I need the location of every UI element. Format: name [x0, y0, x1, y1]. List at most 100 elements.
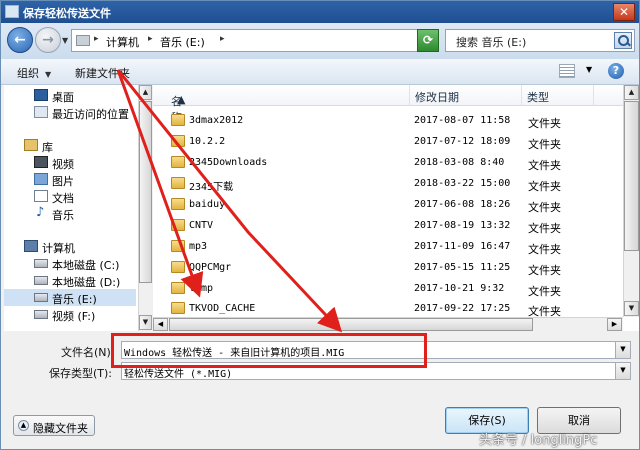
sidebar-item-drive-f[interactable]: 视频 (F:) — [4, 306, 136, 323]
file-name: TKVOD_CACHE — [189, 303, 256, 314]
sidebar-item-videos[interactable]: 视频 — [4, 154, 136, 171]
folder-icon — [171, 198, 185, 210]
file-type: 文件夹 — [528, 201, 561, 214]
help-icon[interactable]: ? — [608, 63, 624, 79]
scroll-down-icon[interactable]: ▼ — [139, 315, 152, 330]
folder-icon — [171, 219, 185, 231]
drive-icon — [76, 35, 90, 46]
file-row[interactable]: TKVOD_CACHE 2017-09-22 17:25 文件夹 — [153, 299, 623, 319]
file-name: 3dmax2012 — [189, 115, 244, 126]
breadcrumb-chevron-icon[interactable]: ▸ — [220, 34, 225, 44]
filetype-dropdown-icon[interactable]: ▼ — [615, 363, 630, 379]
dialog-title: 保存轻松传送文件 — [23, 7, 111, 20]
breadcrumb-chevron-icon[interactable]: ▸ — [148, 34, 153, 44]
breadcrumb-computer[interactable]: 计算机 — [106, 34, 139, 50]
library-icon — [24, 139, 38, 151]
breadcrumb-chevron-icon[interactable]: ▸ — [94, 34, 99, 44]
scroll-down-icon[interactable]: ▼ — [624, 301, 639, 316]
sidebar-item-pictures[interactable]: 图片 — [4, 171, 136, 188]
sidebar-item-label: 文档 — [52, 192, 74, 205]
address-bar[interactable]: ▸ 计算机 ▸ 音乐 (E:) ▸ ▼ — [71, 29, 437, 52]
scroll-up-icon[interactable]: ▲ — [624, 85, 639, 100]
file-row[interactable]: 2345下载 2018-03-22 15:00 文件夹 — [153, 174, 623, 194]
search-icon[interactable] — [614, 32, 632, 49]
back-button[interactable]: ← — [7, 27, 33, 53]
scroll-left-icon[interactable]: ◀ — [153, 318, 168, 331]
file-row[interactable]: QQPCMgr 2017-05-15 11:25 文件夹 — [153, 258, 623, 278]
folder-icon — [171, 114, 185, 126]
column-divider[interactable] — [521, 85, 522, 106]
file-list-horizontal-scrollbar[interactable]: ◀ ▶ — [153, 317, 623, 331]
drive-icon — [34, 276, 48, 285]
close-button[interactable]: ✕ — [613, 3, 635, 21]
file-date: 2018-03-08 8:40 — [414, 157, 505, 168]
sidebar-item-recent-places[interactable]: 最近访问的位置 — [4, 104, 136, 121]
file-row[interactable]: baiduy 2017-06-08 18:26 文件夹 — [153, 195, 623, 215]
sidebar-item-drive-e[interactable]: 音乐 (E:) — [4, 289, 136, 306]
sidebar-item-label: 计算机 — [42, 242, 75, 255]
refresh-button[interactable]: ⟳ — [417, 29, 439, 52]
file-type: 文件夹 — [528, 159, 561, 172]
folder-icon — [171, 156, 185, 168]
sidebar-item-label: 最近访问的位置 — [52, 108, 129, 121]
file-row[interactable]: 10.2.2 2017-07-12 18:09 文件夹 — [153, 132, 623, 152]
folder-icon — [171, 282, 185, 294]
command-bar: 组织 ▼ 新建文件夹 ▼ ? — [1, 59, 639, 85]
watermark: 头条号 / longlingPc — [479, 433, 598, 448]
column-header-row: 名称▲ 修改日期 类型 — [153, 85, 639, 124]
folder-icon — [171, 240, 185, 252]
view-options-icon[interactable] — [559, 64, 575, 78]
sidebar-item-libraries[interactable]: 库 — [4, 137, 136, 154]
sidebar-item-computer[interactable]: 计算机 — [4, 238, 136, 255]
view-dropdown-icon[interactable]: ▼ — [586, 65, 592, 74]
sidebar-item-label: 图片 — [52, 175, 74, 188]
column-header-type[interactable]: 类型 — [527, 89, 549, 105]
hide-folders-button[interactable]: ▲ 隐藏文件夹 — [13, 415, 95, 436]
organize-button[interactable]: 组织 ▼ — [17, 65, 51, 81]
filename-dropdown-icon[interactable]: ▼ — [615, 342, 630, 358]
file-row[interactable]: CNTV 2017-08-19 13:32 文件夹 — [153, 216, 623, 236]
breadcrumb-music-drive[interactable]: 音乐 (E:) — [160, 34, 205, 50]
navigation-pane: 桌面 最近访问的位置 库 视频 图片 文档 ♪ 音乐 计算机 本地磁盘 (C:)… — [4, 85, 152, 331]
recent-places-icon — [34, 106, 48, 118]
recent-pages-chevron-icon[interactable]: ▼ — [62, 36, 68, 45]
file-row[interactable]: temp 2017-10-21 9:32 文件夹 — [153, 279, 623, 299]
sidebar-item-music[interactable]: ♪ 音乐 — [4, 205, 136, 222]
desktop-icon — [34, 89, 48, 101]
sidebar-item-drive-c[interactable]: 本地磁盘 (C:) — [4, 255, 136, 272]
search-input[interactable]: 搜索 音乐 (E:) — [445, 29, 635, 52]
annotation-highlight-box — [111, 333, 427, 368]
column-divider[interactable] — [409, 85, 410, 106]
file-type: 文件夹 — [528, 243, 561, 256]
file-row[interactable]: mp3 2017-11-09 16:47 文件夹 — [153, 237, 623, 257]
music-icon: ♪ — [36, 205, 45, 220]
sidebar-item-documents[interactable]: 文档 — [4, 188, 136, 205]
sidebar-item-label: 本地磁盘 (C:) — [52, 259, 120, 272]
filename-label: 文件名(N): — [61, 346, 115, 359]
file-name: QQPCMgr — [189, 262, 232, 273]
file-row[interactable]: 3dmax2012 2017-08-07 11:58 文件夹 — [153, 111, 623, 131]
new-folder-button[interactable]: 新建文件夹 — [75, 65, 130, 81]
file-list: 名称▲ 修改日期 类型 3dmax2012 2017-08-07 11:58 文… — [153, 85, 639, 331]
file-type: 文件夹 — [528, 264, 561, 277]
scrollbar-thumb[interactable] — [169, 318, 533, 331]
scrollbar-thumb[interactable] — [139, 101, 152, 283]
forward-button[interactable]: → — [35, 27, 61, 53]
scroll-up-icon[interactable]: ▲ — [139, 85, 152, 100]
drive-icon — [34, 293, 48, 302]
column-divider[interactable] — [593, 85, 594, 106]
sidebar-item-desktop[interactable]: 桌面 — [4, 87, 136, 104]
file-row[interactable]: 2345Downloads 2018-03-08 8:40 文件夹 — [153, 153, 623, 173]
drive-icon — [34, 310, 48, 319]
scrollbar-thumb[interactable] — [624, 101, 639, 251]
file-type: 文件夹 — [528, 285, 561, 298]
column-header-modified[interactable]: 修改日期 — [415, 89, 459, 105]
navigation-bar: ← → ▼ ▸ 计算机 ▸ 音乐 (E:) ▸ ▼ ⟳ 搜索 音乐 (E:) — [1, 23, 639, 59]
sort-ascending-icon: ▲ — [177, 93, 186, 106]
file-list-vertical-scrollbar[interactable]: ▲ ▼ — [623, 85, 639, 317]
scroll-right-icon[interactable]: ▶ — [607, 318, 622, 331]
sidebar-item-label: 桌面 — [52, 91, 74, 104]
file-name: temp — [189, 283, 214, 294]
sidebar-item-drive-d[interactable]: 本地磁盘 (D:) — [4, 272, 136, 289]
sidebar-scrollbar[interactable]: ▲ ▼ — [138, 85, 152, 331]
